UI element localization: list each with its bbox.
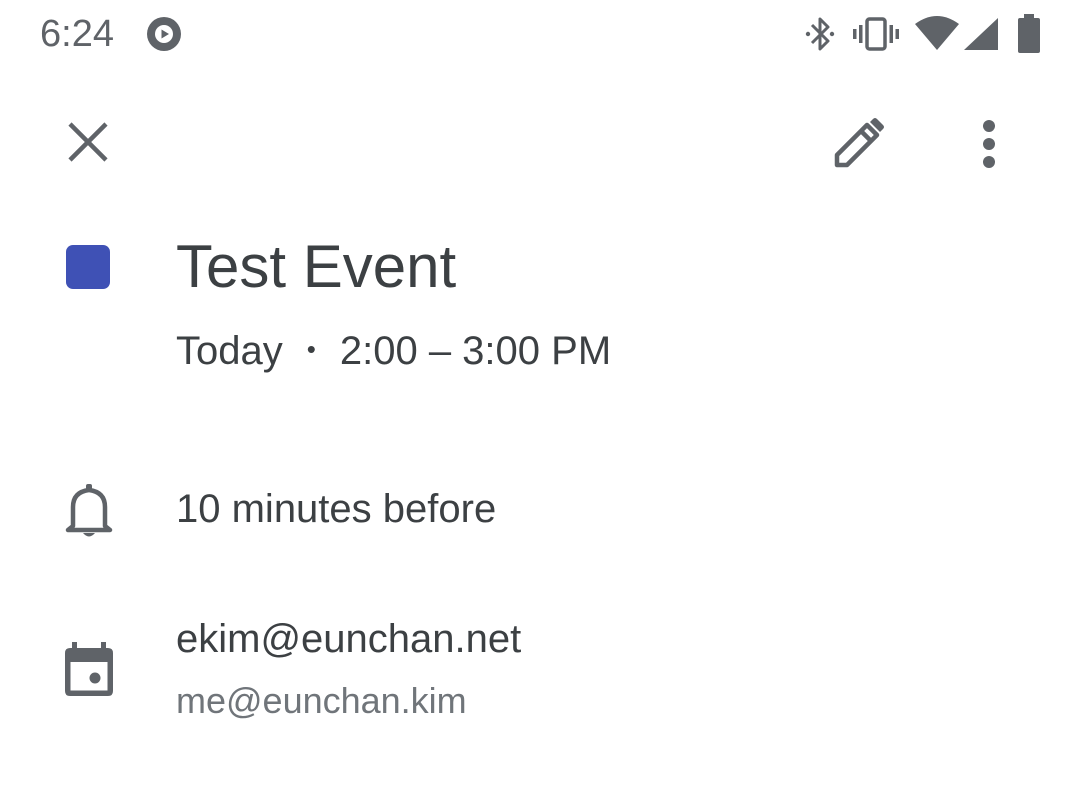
vibrate-icon	[853, 17, 899, 51]
status-bar: 6:24	[0, 0, 1080, 70]
close-icon	[68, 122, 108, 162]
event-detail-screen: 6:24 Test Event Today • 2:00 – 3:00 PM 1…	[0, 0, 1080, 787]
battery-icon	[1018, 14, 1040, 53]
more-options-button[interactable]	[962, 112, 1016, 176]
reminder-text: 10 minutes before	[176, 487, 497, 531]
calendar-owner-email: me@eunchan.kim	[176, 680, 467, 721]
wifi-icon	[915, 16, 959, 50]
event-day: Today	[176, 329, 283, 373]
event-color-swatch	[66, 245, 110, 289]
calendar-row-icon	[60, 640, 118, 698]
separator-dot: •	[306, 334, 316, 365]
more-vert-icon	[983, 120, 995, 168]
bluetooth-icon	[805, 17, 835, 51]
bell-icon	[65, 484, 113, 537]
calendar-name: ekim@eunchan.net	[176, 617, 522, 661]
pencil-icon	[834, 118, 884, 168]
close-button[interactable]	[58, 112, 118, 172]
play-circle-icon	[147, 17, 181, 51]
event-title: Test Event	[176, 233, 457, 300]
status-time: 6:24	[40, 13, 114, 55]
edit-button[interactable]	[826, 112, 890, 176]
event-time-range: 2:00 – 3:00 PM	[339, 329, 612, 373]
reminder-row-icon	[62, 482, 116, 540]
cellular-signal-icon	[964, 18, 998, 50]
calendar-icon	[65, 642, 113, 696]
event-date-time: Today • 2:00 – 3:00 PM	[176, 326, 611, 378]
